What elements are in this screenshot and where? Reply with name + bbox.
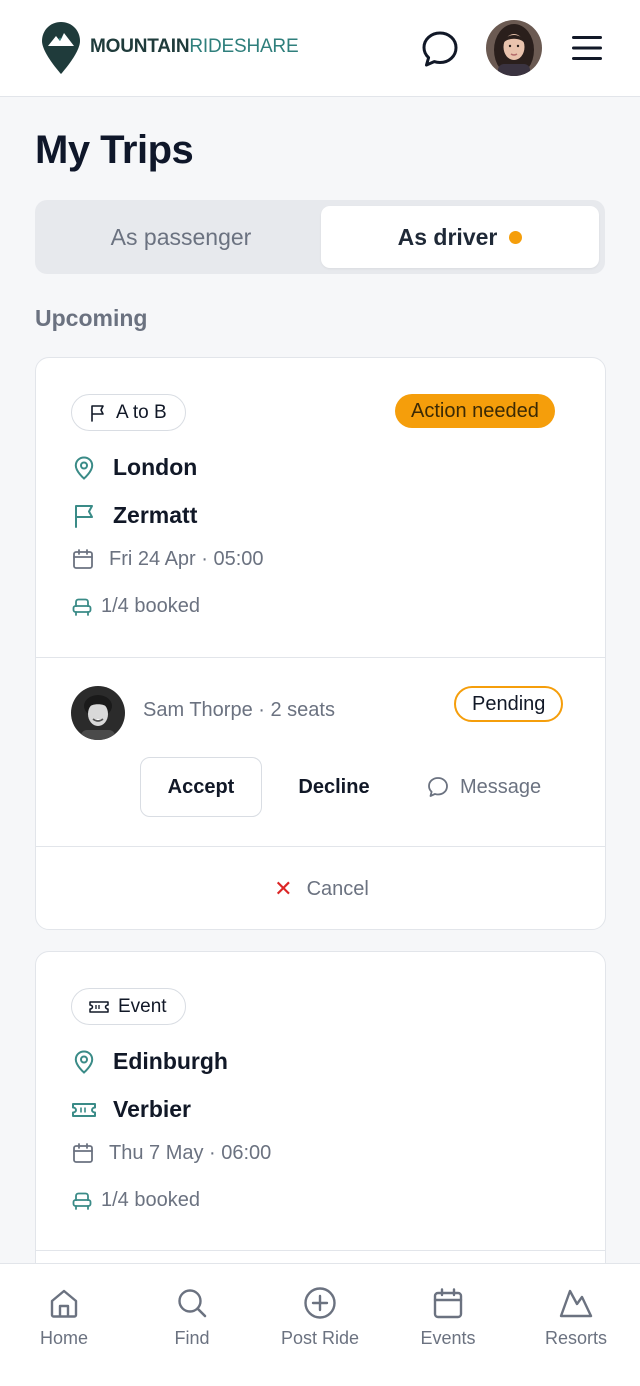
- brand-name: MOUNTAINRIDESHARE: [90, 36, 299, 58]
- card-divider: [36, 1250, 605, 1251]
- trip-destination: Verbier: [71, 1096, 191, 1123]
- message-button[interactable]: Message: [426, 757, 541, 817]
- flag-icon: [75, 504, 93, 528]
- menu-button[interactable]: [570, 33, 604, 63]
- trip-card[interactable]: Event Edinburgh Verbier Thu 7 May · 06:0…: [35, 951, 606, 1281]
- ticket-icon: [89, 1000, 109, 1013]
- tab-as-driver-label: As driver: [397, 223, 498, 250]
- mountain-icon: [559, 1289, 593, 1318]
- brand-name-light: RIDESHARE: [189, 36, 299, 57]
- nav-home[interactable]: Home: [0, 1286, 128, 1349]
- calendar-icon: [433, 1288, 463, 1319]
- tab-as-passenger-label: As passenger: [110, 223, 252, 250]
- trip-destination-text: Zermatt: [113, 502, 198, 528]
- nav-events[interactable]: Events: [384, 1286, 512, 1349]
- passenger-avatar-image: [71, 686, 125, 740]
- bottom-nav: Home Find Post Ride Events Resorts: [0, 1263, 640, 1386]
- tab-as-passenger[interactable]: As passenger: [41, 206, 321, 268]
- calendar-icon: [73, 1143, 93, 1163]
- message-button-label: Message: [460, 775, 542, 798]
- notification-dot: [509, 230, 523, 244]
- plus-circle-icon: [304, 1287, 336, 1319]
- request-status-badge: Pending: [454, 686, 564, 722]
- flag-icon: [91, 404, 104, 422]
- nav-home-label: Home: [39, 1328, 88, 1348]
- accept-button[interactable]: Accept: [140, 757, 262, 817]
- decline-button[interactable]: Decline: [283, 757, 385, 817]
- page-title: My Trips: [35, 128, 194, 172]
- user-avatar[interactable]: [486, 20, 542, 76]
- ticket-icon: [72, 1102, 96, 1117]
- nav-post-ride-label: Post Ride: [280, 1328, 360, 1348]
- trip-card[interactable]: A to B Action needed London Zermatt Fri …: [35, 357, 606, 930]
- nav-resorts[interactable]: Resorts: [512, 1286, 640, 1349]
- trip-type-label: A to B: [116, 401, 167, 423]
- hamburger-menu-icon: [572, 36, 602, 60]
- location-pin-icon: [74, 1049, 94, 1074]
- nav-resorts-label: Resorts: [544, 1328, 607, 1348]
- trip-datetime: Fri 24 Apr · 05:00: [71, 547, 264, 571]
- messages-button[interactable]: [420, 29, 460, 69]
- trip-role-tabs: As passenger As driver: [35, 200, 605, 274]
- trip-origin-text: London: [113, 454, 198, 480]
- brand-logo[interactable]: MOUNTAINRIDESHARE: [40, 20, 299, 76]
- home-icon: [50, 1289, 78, 1318]
- section-upcoming-label: Upcoming: [35, 305, 148, 331]
- nav-events-label: Events: [420, 1328, 476, 1348]
- passenger-avatar[interactable]: [71, 686, 125, 740]
- top-bar: MOUNTAINRIDESHARE: [0, 0, 640, 97]
- trip-origin: Edinburgh: [71, 1048, 228, 1075]
- user-avatar-image: [486, 20, 542, 76]
- mountain-pin-logo-icon: [42, 22, 80, 74]
- trip-type-chip: Event: [71, 988, 186, 1025]
- trip-type-label: Event: [118, 995, 167, 1017]
- trip-datetime: Thu 7 May · 06:00: [71, 1141, 271, 1165]
- nav-post-ride[interactable]: Post Ride: [256, 1286, 384, 1349]
- chat-bubble-icon: [428, 777, 448, 797]
- trip-booked-text: 1/4 booked: [101, 1189, 200, 1211]
- location-pin-icon: [74, 455, 94, 480]
- trip-origin: London: [71, 454, 197, 481]
- cancel-trip-button[interactable]: ✕ Cancel: [36, 847, 605, 929]
- passenger-name-seats: Sam Thorpe · 2 seats: [143, 699, 335, 721]
- trip-datetime-text: Thu 7 May · 06:00: [109, 1141, 272, 1164]
- nav-find[interactable]: Find: [128, 1286, 256, 1349]
- search-icon: [178, 1289, 207, 1318]
- brand-name-bold: MOUNTAIN: [90, 36, 190, 57]
- trip-destination: Zermatt: [71, 502, 197, 529]
- seat-icon: [72, 1192, 92, 1210]
- trip-booked: 1/4 booked: [71, 1189, 200, 1212]
- trip-booked: 1/4 booked: [71, 595, 200, 618]
- chat-bubble-icon: [422, 31, 458, 67]
- calendar-icon: [73, 549, 93, 569]
- cancel-trip-label: Cancel: [306, 877, 369, 900]
- close-icon: ✕: [274, 876, 293, 901]
- trip-booked-text: 1/4 booked: [101, 595, 200, 617]
- status-badge: Action needed: [395, 394, 555, 428]
- trip-datetime-text: Fri 24 Apr · 05:00: [109, 547, 264, 570]
- seat-icon: [72, 598, 92, 616]
- trip-origin-text: Edinburgh: [113, 1048, 228, 1074]
- trip-destination-text: Verbier: [113, 1096, 191, 1122]
- card-divider: [36, 657, 605, 658]
- nav-find-label: Find: [174, 1328, 210, 1348]
- trip-type-chip: A to B: [71, 394, 186, 431]
- tab-as-driver[interactable]: As driver: [321, 206, 599, 268]
